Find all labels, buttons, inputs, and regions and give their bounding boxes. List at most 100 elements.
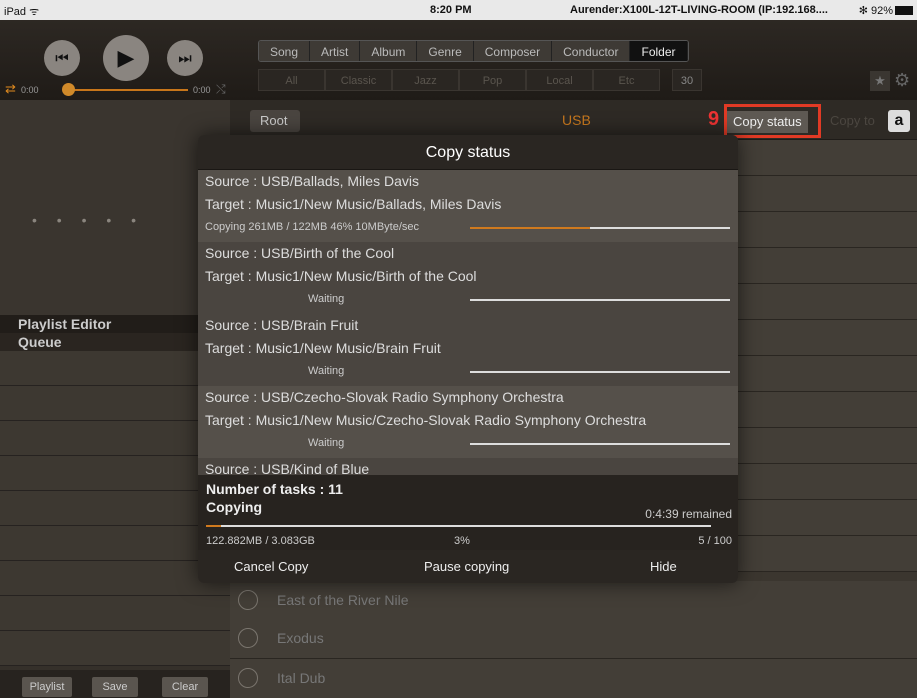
filter-jazz[interactable]: Jazz [392, 69, 459, 91]
root-back-button[interactable]: Root [250, 110, 300, 132]
copy-task-partial: Source : USB/Kind of Blue [198, 458, 738, 475]
genre-filters: All Classic Jazz Pop Local Etc 30 [258, 69, 702, 91]
filter-local[interactable]: Local [526, 69, 593, 91]
left-panel: ⏮ ▶ ⏭ ⇄ 0:00 0:00 ⤭ • • • • • Playlist E… [0, 20, 230, 698]
list-item[interactable]: Exodus [230, 619, 917, 659]
play-icon: ▶ [117, 45, 135, 70]
tab-artist[interactable]: Artist [310, 41, 361, 61]
star-icon[interactable]: ★ [870, 71, 890, 91]
task-source: Source : USB/Brain Fruit [205, 317, 359, 333]
filter-all[interactable]: All [258, 69, 325, 91]
task-progress-bar [470, 371, 730, 373]
battery-text: ✻ 92% [858, 5, 893, 17]
highlight-box [724, 104, 821, 138]
task-target: Target : Music1/New Music/Ballads, Miles… [205, 196, 502, 212]
task-target: Target : Music1/New Music/Birth of the C… [205, 268, 477, 284]
seek-knob[interactable] [62, 83, 75, 96]
count-button[interactable]: 30 [672, 69, 702, 91]
dialog-buttons: Cancel Copy Pause copying Hide [198, 550, 738, 583]
play-button[interactable]: ▶ [103, 35, 149, 81]
queue-list [0, 351, 230, 666]
library-nav: Song Artist Album Genre Composer Conductor Fol… [230, 20, 917, 100]
repeat-icon[interactable]: ⇄ [5, 81, 16, 97]
tab-genre[interactable]: Genre [417, 41, 474, 61]
copy-state: Copying [206, 499, 262, 515]
task-status: Waiting [308, 437, 345, 449]
clear-button[interactable]: Clear [162, 677, 208, 697]
tab-song[interactable]: Song [259, 41, 311, 61]
radio-icon[interactable] [238, 668, 258, 688]
ios-status-bar: iPad ᯤ 8:20 PM Aurender:X100L-12T-LIVING… [0, 0, 917, 20]
filter-pop[interactable]: Pop [459, 69, 526, 91]
clock: 8:20 PM [430, 4, 472, 16]
folder-title: USB [562, 112, 591, 128]
copy-to-button[interactable]: Copy to [830, 113, 875, 128]
tab-album[interactable]: Album [360, 41, 418, 61]
playback-progress: ⇄ 0:00 0:00 ⤭ [0, 80, 230, 100]
task-status: Waiting [308, 365, 345, 377]
queue-row [0, 421, 230, 456]
queue-row [0, 631, 230, 666]
task-target: Target : Music1/New Music/Czecho-Slovak … [205, 412, 647, 428]
task-status-row: Waiting [205, 288, 738, 310]
playlist-editor-header[interactable]: Playlist Editor [0, 315, 230, 333]
page-dots: • • • • • [32, 212, 145, 228]
tab-folder[interactable]: Folder [630, 41, 688, 61]
task-progress-bar [470, 227, 730, 229]
copy-task: Source : USB/Brain Fruit Target : Music1… [198, 314, 738, 386]
item-label: Ital Dub [277, 670, 326, 686]
queue-row [0, 596, 230, 631]
overall-progress-fill [206, 525, 222, 527]
task-progress-bar [470, 299, 730, 301]
shuffle-icon[interactable]: ⤭ [216, 82, 226, 97]
device-wifi: iPad ᯤ [4, 6, 40, 18]
radio-icon[interactable] [238, 628, 258, 648]
tab-composer[interactable]: Composer [473, 41, 553, 61]
filter-etc[interactable]: Etc [593, 69, 660, 91]
copy-task: Source : USB/Birth of the Cool Target : … [198, 242, 738, 314]
task-source: Source : USB/Czecho-Slovak Radio Symphon… [205, 389, 564, 405]
device-title: Aurender:X100L-12T-LIVING-ROOM (IP:192.1… [570, 4, 828, 16]
file-count-progress: 5 / 100 [698, 535, 732, 547]
queue-row [0, 351, 230, 386]
task-count: Number of tasks : 11 [206, 481, 343, 497]
tab-conductor[interactable]: Conductor [552, 41, 631, 61]
battery-indicator: ✻ 92% [859, 4, 913, 17]
previous-icon: ⏮ [55, 49, 69, 67]
copy-task-list[interactable]: Source : USB/Ballads, Miles Davis Target… [198, 170, 738, 475]
copy-status-dialog: Copy status Source : USB/Ballads, Miles … [198, 135, 738, 583]
pause-copying-button[interactable]: Pause copying [424, 559, 509, 574]
task-status-row: Waiting [205, 432, 738, 454]
percent-progress: 3% [454, 535, 470, 547]
radio-icon[interactable] [238, 590, 258, 610]
item-label: East of the River Nile [277, 592, 409, 608]
seek-track[interactable] [68, 89, 188, 91]
overall-progress-bar [206, 525, 711, 527]
dialog-title: Copy status [198, 135, 738, 170]
item-label: Exodus [277, 630, 324, 646]
list-item[interactable]: Ital Dub [230, 659, 917, 698]
queue-header[interactable]: Queue [0, 333, 230, 351]
size-progress: 122.882MB / 3.083GB [206, 535, 315, 547]
next-track-button[interactable]: ⏭ [167, 40, 203, 76]
alphabet-index-icon[interactable]: a [888, 110, 910, 132]
total-time: 0:00 [193, 85, 211, 95]
playlist-button[interactable]: Playlist [22, 677, 72, 697]
copy-task: Source : USB/Czecho-Slovak Radio Symphon… [198, 386, 738, 458]
cancel-copy-button[interactable]: Cancel Copy [234, 559, 308, 574]
task-target: Target : Music1/New Music/Brain Fruit [205, 340, 441, 356]
breadcrumb-bar: Root USB 9 Copy status Copy to a [230, 100, 917, 140]
save-button[interactable]: Save [92, 677, 138, 697]
time-remaining: 0:4:39 remained [645, 507, 732, 521]
task-status-row: Copying 261MB / 122MB 46% 10MByte/sec [205, 216, 738, 238]
task-status-row: Waiting [205, 360, 738, 382]
list-item[interactable]: East of the River Nile [230, 581, 917, 621]
gear-icon[interactable]: ⚙ [894, 70, 910, 91]
task-status: Copying 261MB / 122MB 46% 10MByte/sec [205, 221, 420, 233]
hide-button[interactable]: Hide [650, 559, 677, 574]
queue-row [0, 526, 230, 561]
copy-task: Source : USB/Ballads, Miles Davis Target… [198, 170, 738, 242]
previous-track-button[interactable]: ⏮ [44, 40, 80, 76]
task-progress-fill [470, 227, 590, 229]
filter-classic[interactable]: Classic [325, 69, 392, 91]
